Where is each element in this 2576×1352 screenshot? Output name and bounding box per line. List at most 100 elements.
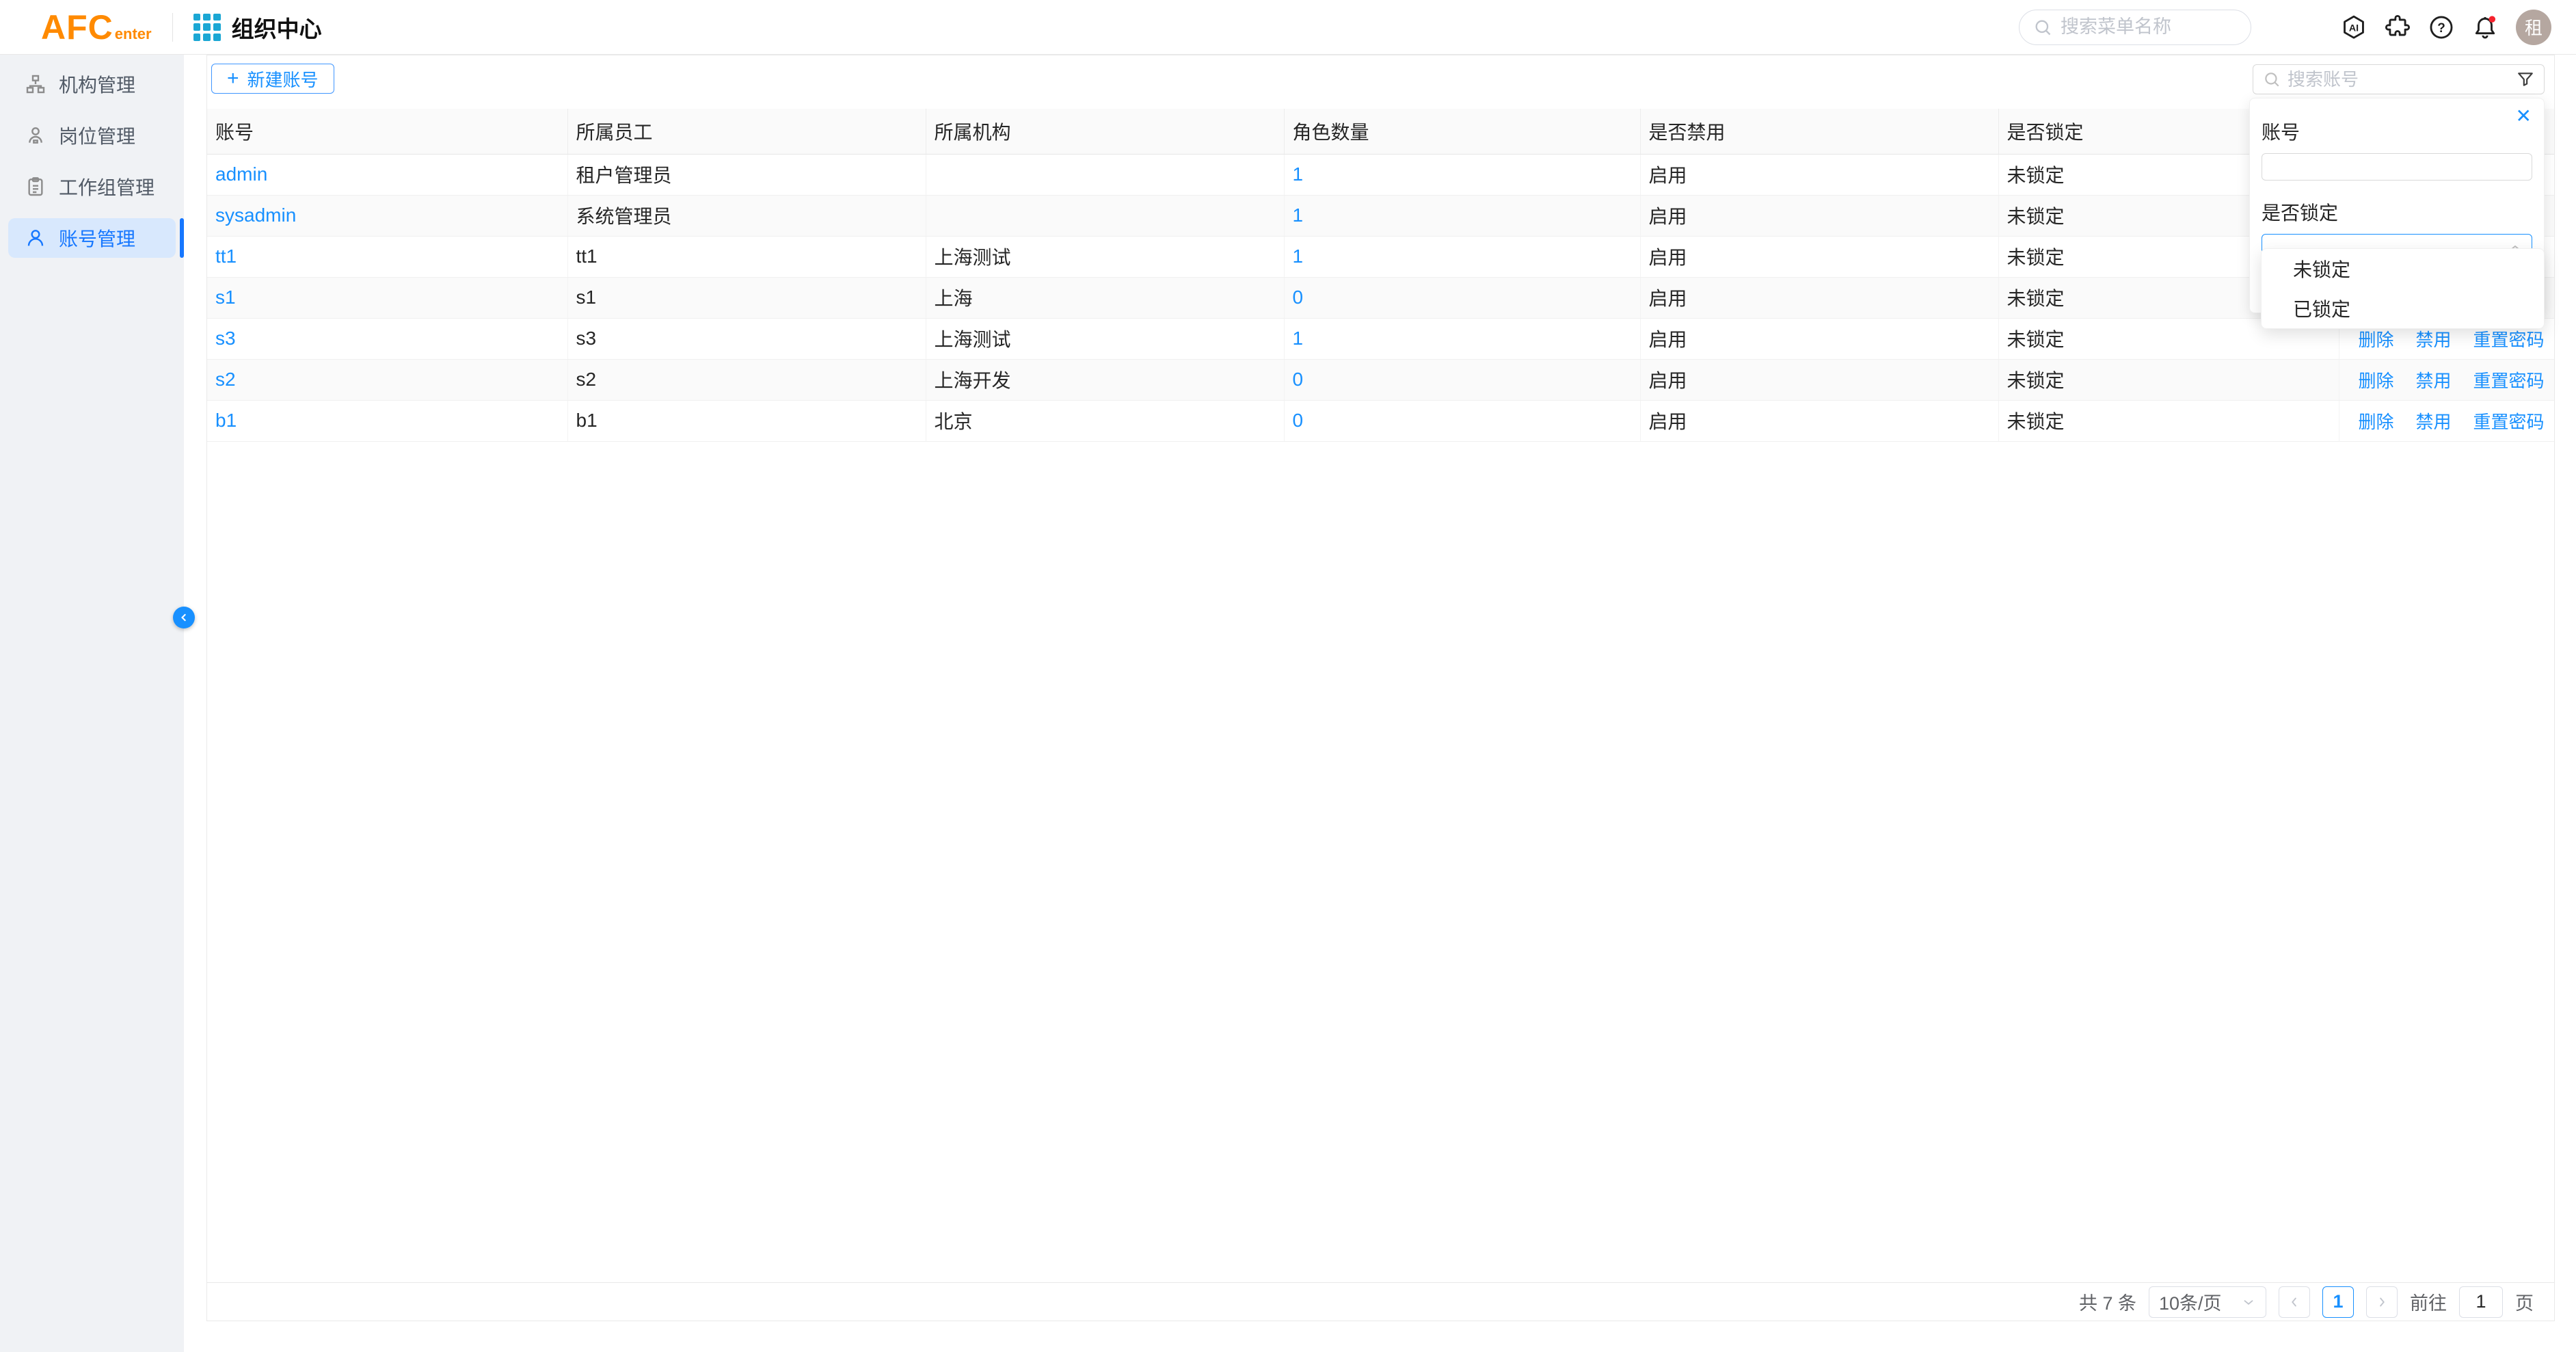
sidebar-item-org-management[interactable]: 机构管理 bbox=[8, 64, 176, 104]
filter-account-label: 账号 bbox=[2262, 118, 2532, 145]
org-cell bbox=[926, 195, 1284, 236]
sidebar: 机构管理 岗位管理 工作组管理 账号管理 bbox=[0, 55, 184, 1352]
account-link[interactable]: s3 bbox=[215, 328, 236, 349]
col-header-account: 账号 bbox=[207, 109, 567, 154]
table-row: sysadmin 系统管理员 1 启用 未锁定 删除 禁用 重置密码 bbox=[207, 195, 2554, 236]
roles-count-link[interactable]: 0 bbox=[1293, 369, 1304, 390]
sidebar-item-label: 岗位管理 bbox=[59, 122, 135, 149]
prev-page-button[interactable] bbox=[2279, 1286, 2310, 1318]
chevron-right-icon bbox=[2374, 1295, 2389, 1310]
clipboard-icon bbox=[25, 176, 46, 198]
new-account-button[interactable]: + 新建账号 bbox=[211, 64, 334, 94]
app-logo[interactable]: AFC enter bbox=[41, 8, 152, 47]
menu-search[interactable] bbox=[2019, 10, 2251, 45]
disabled-status: 启用 bbox=[1640, 236, 1998, 277]
col-header-disabled: 是否禁用 bbox=[1640, 109, 1998, 154]
sidebar-collapse-toggle[interactable] bbox=[173, 607, 195, 628]
account-link[interactable]: sysadmin bbox=[215, 204, 296, 226]
account-link[interactable]: b1 bbox=[215, 410, 237, 431]
employee-cell: s3 bbox=[567, 318, 926, 359]
roles-count-link[interactable]: 1 bbox=[1293, 163, 1304, 185]
notification-bell-icon[interactable] bbox=[2472, 14, 2498, 40]
account-link[interactable]: tt1 bbox=[215, 246, 237, 267]
delete-button[interactable]: 删除 bbox=[2348, 367, 2405, 393]
total-count: 共 7 条 bbox=[2079, 1288, 2136, 1315]
svg-text:?: ? bbox=[2437, 21, 2445, 36]
disabled-status: 启用 bbox=[1640, 359, 1998, 400]
delete-button[interactable]: 删除 bbox=[2348, 408, 2405, 434]
roles-count-link[interactable]: 1 bbox=[1293, 328, 1304, 349]
main-content: + 新建账号 账号 所属员工 所属机构 角色数量 是否禁用 是否锁定 admin… bbox=[206, 55, 2555, 1321]
lock-status-dropdown: 未锁定 已锁定 bbox=[2261, 248, 2545, 329]
chevron-left-icon bbox=[177, 611, 191, 624]
pagination: 共 7 条 10条/页 1 前往 页 bbox=[207, 1282, 2554, 1321]
roles-count-link[interactable]: 0 bbox=[1293, 410, 1304, 431]
roles-count-link[interactable]: 1 bbox=[1293, 246, 1304, 267]
reset-password-button[interactable]: 重置密码 bbox=[2463, 326, 2555, 352]
sidebar-item-position-management[interactable]: 岗位管理 bbox=[8, 116, 176, 155]
org-cell bbox=[926, 154, 1284, 195]
next-page-button[interactable] bbox=[2366, 1286, 2398, 1318]
goto-page-input[interactable] bbox=[2459, 1286, 2503, 1318]
chevron-left-icon bbox=[2287, 1295, 2302, 1310]
filter-lock-label: 是否锁定 bbox=[2262, 198, 2532, 226]
row-actions: 删除 禁用 重置密码 bbox=[2348, 326, 2555, 352]
sitemap-icon bbox=[25, 73, 46, 95]
roles-count-link[interactable]: 0 bbox=[1293, 287, 1304, 308]
employee-cell: 租户管理员 bbox=[567, 154, 926, 195]
col-header-org: 所属机构 bbox=[926, 109, 1284, 154]
employee-cell: s1 bbox=[567, 277, 926, 318]
menu-search-input[interactable] bbox=[2061, 16, 2237, 38]
account-link[interactable]: s2 bbox=[215, 369, 236, 390]
badge-icon bbox=[25, 124, 46, 146]
sidebar-item-workgroup-management[interactable]: 工作组管理 bbox=[8, 167, 176, 207]
option-locked[interactable]: 已锁定 bbox=[2262, 289, 2544, 328]
employee-cell: tt1 bbox=[567, 236, 926, 277]
topbar-right: AI ? 租 bbox=[2019, 10, 2576, 45]
disabled-status: 启用 bbox=[1640, 154, 1998, 195]
logo-text: AFC bbox=[41, 8, 113, 47]
account-search-input[interactable] bbox=[2287, 69, 2517, 90]
filter-funnel-icon[interactable] bbox=[2517, 70, 2534, 88]
table-row: b1 b1 北京 0 启用 未锁定 删除 禁用 重置密码 bbox=[207, 400, 2554, 441]
table-row: tt1 tt1 上海测试 1 启用 未锁定 删除 禁用 重置密码 bbox=[207, 236, 2554, 277]
chevron-down-icon bbox=[2241, 1295, 2256, 1310]
org-cell: 北京 bbox=[926, 400, 1284, 441]
filter-account-input[interactable] bbox=[2262, 153, 2532, 181]
disabled-status: 启用 bbox=[1640, 318, 1998, 359]
account-search bbox=[2253, 64, 2545, 94]
table-row: s3 s3 上海测试 1 启用 未锁定 删除 禁用 重置密码 bbox=[207, 318, 2554, 359]
row-actions: 删除 禁用 重置密码 bbox=[2348, 408, 2555, 434]
table-row: s2 s2 上海开发 0 启用 未锁定 删除 禁用 重置密码 bbox=[207, 359, 2554, 400]
disabled-status: 启用 bbox=[1640, 277, 1998, 318]
roles-count-link[interactable]: 1 bbox=[1293, 204, 1304, 226]
reset-password-button[interactable]: 重置密码 bbox=[2463, 367, 2555, 393]
disable-button[interactable]: 禁用 bbox=[2405, 367, 2463, 393]
option-unlocked[interactable]: 未锁定 bbox=[2262, 249, 2544, 289]
help-icon[interactable]: ? bbox=[2428, 14, 2454, 40]
notification-dot bbox=[2489, 16, 2496, 23]
org-cell: 上海开发 bbox=[926, 359, 1284, 400]
topbar-divider bbox=[172, 13, 173, 42]
col-header-roles: 角色数量 bbox=[1284, 109, 1640, 154]
org-cell: 上海测试 bbox=[926, 318, 1284, 359]
reset-password-button[interactable]: 重置密码 bbox=[2463, 408, 2555, 434]
delete-button[interactable]: 删除 bbox=[2348, 326, 2405, 352]
disabled-status: 启用 bbox=[1640, 400, 1998, 441]
plus-icon: + bbox=[227, 68, 239, 89]
locked-status: 未锁定 bbox=[1998, 359, 2339, 400]
avatar[interactable]: 租 bbox=[2516, 10, 2551, 45]
close-icon[interactable]: ✕ bbox=[2516, 107, 2532, 126]
disable-button[interactable]: 禁用 bbox=[2405, 326, 2463, 352]
disable-button[interactable]: 禁用 bbox=[2405, 408, 2463, 434]
org-cell: 上海 bbox=[926, 277, 1284, 318]
account-link[interactable]: admin bbox=[215, 163, 267, 185]
table-row: s1 s1 上海 0 启用 未锁定 删除 禁用 重置密码 bbox=[207, 277, 2554, 318]
ai-assistant-icon[interactable]: AI bbox=[2341, 14, 2367, 40]
account-link[interactable]: s1 bbox=[215, 287, 236, 308]
page-number-1[interactable]: 1 bbox=[2322, 1286, 2354, 1318]
table-row: admin 租户管理员 1 启用 未锁定 删除 禁用 重置密码 bbox=[207, 154, 2554, 195]
page-size-select[interactable]: 10条/页 bbox=[2149, 1286, 2266, 1318]
sidebar-item-account-management[interactable]: 账号管理 bbox=[8, 218, 176, 258]
plugin-icon[interactable] bbox=[2385, 14, 2411, 40]
